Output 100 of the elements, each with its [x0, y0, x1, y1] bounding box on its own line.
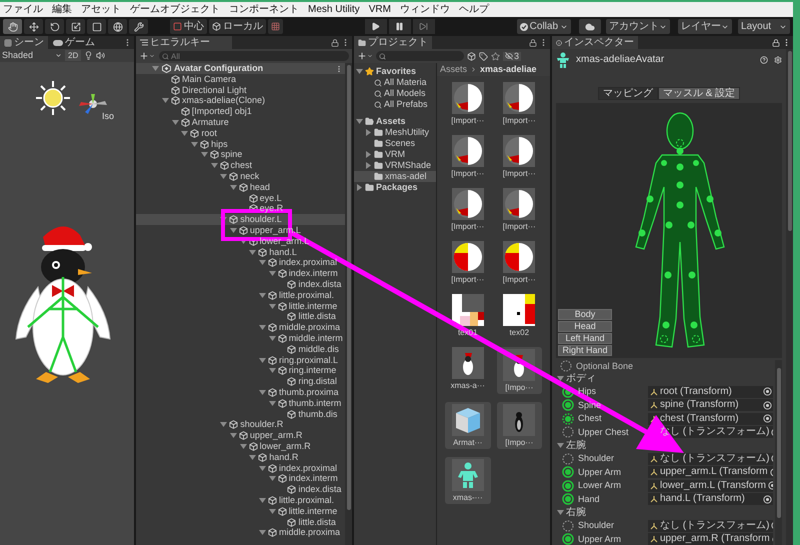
hierarchy-row[interactable]: thumb.proxima [136, 387, 345, 398]
label-filter-icon[interactable] [479, 52, 488, 60]
hierarchy-row[interactable]: hand.L [136, 246, 345, 258]
menu-item[interactable]: ファイル [3, 4, 43, 14]
layout-dropdown[interactable]: Layout [738, 19, 790, 34]
hierarchy-row[interactable]: shoulder.L [136, 214, 345, 226]
expand-triangle-icon[interactable] [230, 432, 237, 440]
expand-triangle-icon[interactable] [356, 118, 363, 125]
hierarchy-row[interactable]: lower_arm.R [136, 441, 345, 452]
hierarchy-row[interactable]: spine [136, 150, 345, 160]
expand-triangle-icon[interactable] [259, 389, 266, 396]
collab-dropdown[interactable]: Collab [516, 19, 572, 34]
collapse-triangle-icon[interactable] [365, 151, 372, 158]
expand-triangle-icon[interactable] [220, 421, 228, 428]
expand-triangle-icon[interactable] [200, 151, 208, 158]
hierarchy-row[interactable]: xmas-adeliae(Clone) [136, 96, 345, 106]
asset-tile[interactable]: [Import··· [496, 135, 542, 180]
bone-object-field[interactable]: upper_arm.L (Transform [648, 466, 773, 478]
hierarchy-row[interactable]: shoulder.R [136, 420, 345, 430]
object-picker-icon[interactable] [763, 494, 772, 504]
expand-triangle-icon[interactable] [268, 508, 276, 515]
folder-row[interactable]: xmas-adel [354, 171, 436, 182]
tool-button[interactable] [3, 19, 22, 34]
lock-icon[interactable] [529, 38, 537, 46]
body-part-button[interactable]: Head [558, 321, 612, 332]
asset-tile[interactable]: tex02 [496, 294, 542, 339]
bone-group-heading[interactable]: 左腕 [566, 440, 586, 450]
collapse-triangle-icon[interactable] [365, 129, 372, 136]
audio-icon[interactable] [96, 51, 106, 60]
menu-item[interactable]: ヘルプ [458, 4, 489, 14]
hierarchy-row[interactable]: little.dista [136, 516, 345, 528]
hierarchy-row[interactable]: little.interme [136, 506, 345, 517]
create-dropdown[interactable] [139, 51, 155, 61]
tool-button[interactable] [87, 19, 106, 34]
expand-triangle-icon[interactable] [259, 496, 266, 504]
expand-triangle-icon[interactable] [268, 302, 276, 310]
expand-triangle-icon[interactable] [259, 529, 266, 536]
panel-tab[interactable]: ヒエラルキー [136, 36, 232, 49]
hierarchy-row[interactable]: index.proximal [136, 462, 345, 474]
grid-snap-button[interactable] [268, 19, 283, 34]
hierarchy-row[interactable]: little.dista [136, 312, 345, 322]
search-field[interactable]: All [159, 51, 349, 61]
asset-tile[interactable]: [Import··· [496, 82, 542, 127]
lock-icon[interactable] [772, 38, 780, 46]
tool-button[interactable] [108, 19, 127, 34]
asset-tile[interactable]: [Import··· [445, 241, 490, 286]
asset-tile[interactable]: [Import··· [496, 188, 542, 233]
expand-triangle-icon[interactable] [230, 184, 237, 191]
tool-button[interactable] [129, 19, 148, 34]
cloud-button[interactable] [579, 19, 602, 34]
hierarchy-row[interactable]: ring.interme [136, 366, 345, 376]
hierarchy-row[interactable]: eye.L [136, 192, 345, 204]
bone-object-field[interactable]: hand.L (Transform) [648, 493, 773, 506]
hierarchy-row[interactable]: [Imported] obj1 [136, 106, 345, 118]
menu-item[interactable]: VRM [368, 4, 391, 14]
collapse-triangle-icon[interactable] [365, 162, 372, 169]
hierarchy-row[interactable]: hips [136, 138, 345, 150]
expand-triangle-icon[interactable] [259, 324, 266, 332]
asset-tile[interactable]: xmas-a··· [445, 347, 490, 394]
panel-tab[interactable]: インスペクター [552, 36, 638, 49]
hierarchy-row[interactable]: index.interm [136, 268, 345, 280]
hierarchy-row[interactable]: upper_arm.R [136, 430, 345, 442]
collapse-triangle-icon[interactable] [356, 184, 363, 191]
expand-triangle-icon[interactable] [220, 173, 228, 180]
folder-row[interactable]: MeshUtility [354, 127, 436, 138]
hierarchy-row[interactable]: thumb.interm [136, 398, 345, 409]
favorite-search-row[interactable]: All Prefabs [354, 99, 436, 110]
hierarchy-row[interactable]: neck [136, 171, 345, 182]
bone-object-field[interactable]: chest (Transform) [648, 412, 773, 425]
tool-button[interactable] [24, 19, 43, 34]
menu-item[interactable]: 編集 [52, 4, 72, 14]
folder-row[interactable]: Assets [354, 116, 436, 127]
expand-triangle-icon[interactable] [230, 227, 237, 234]
scrollbar[interactable] [786, 49, 793, 545]
folder-row[interactable]: VRMShade [354, 160, 436, 171]
hidden-packages-toggle[interactable]: 3 [503, 52, 522, 60]
asset-tile[interactable]: [Import··· [496, 241, 542, 286]
bone-object-field[interactable]: spine (Transform) [648, 399, 773, 412]
expand-triangle-icon[interactable] [152, 65, 159, 72]
body-part-button[interactable]: Right Hand [558, 345, 612, 356]
bone-group-heading[interactable]: ボディ [566, 374, 596, 384]
hierarchy-row[interactable]: index.interm [136, 473, 345, 484]
panel-tab[interactable]: ゲーム [49, 36, 99, 49]
pivot-toggle[interactable]: 中心 [170, 19, 207, 34]
lock-icon[interactable] [331, 38, 339, 46]
account-dropdown[interactable]: アカウント [606, 19, 670, 34]
expand-triangle-icon[interactable] [259, 464, 266, 472]
expand-triangle-icon[interactable] [162, 97, 169, 104]
tool-button[interactable] [45, 19, 64, 34]
pause-button[interactable] [388, 19, 411, 34]
hierarchy-row[interactable]: head [136, 182, 345, 193]
hierarchy-row[interactable]: thumb.dis [136, 408, 345, 420]
play-button[interactable] [364, 19, 387, 34]
favorite-search-row[interactable]: All Models [354, 88, 436, 99]
menu-item[interactable]: Mesh Utility [308, 4, 360, 14]
hierarchy-row[interactable]: hand.R [136, 452, 345, 463]
expand-triangle-icon[interactable] [268, 335, 276, 342]
step-button[interactable] [412, 19, 435, 34]
expand-triangle-icon[interactable] [172, 119, 179, 126]
hierarchy-row[interactable]: index.proximal [136, 258, 345, 268]
